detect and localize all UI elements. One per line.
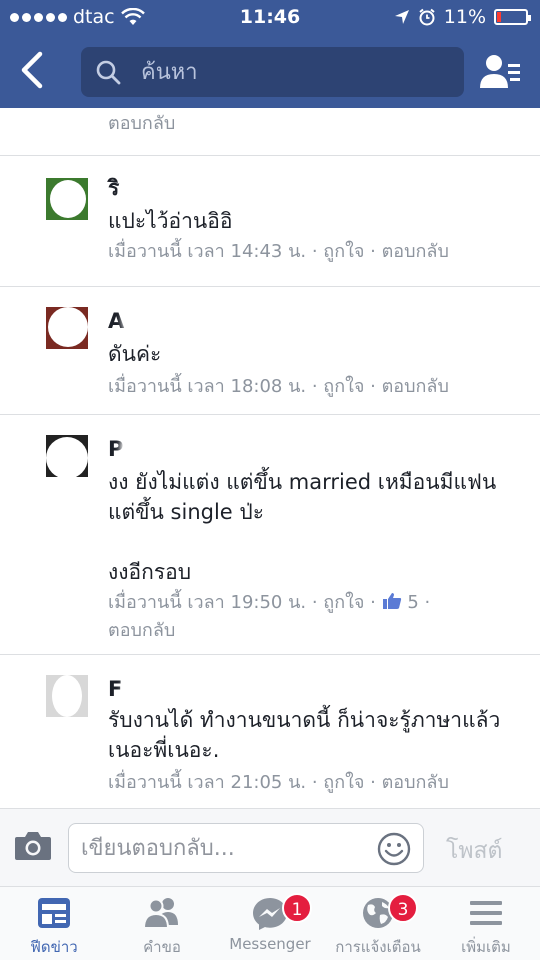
tab-label: ฟีดข่าว — [30, 938, 78, 956]
post-button[interactable]: โพสต์ — [446, 833, 503, 869]
menu-icon — [470, 901, 502, 925]
avatar[interactable] — [46, 178, 88, 220]
battery-icon — [494, 9, 531, 25]
like-link[interactable]: ถูกใจ — [323, 241, 364, 262]
avatar[interactable] — [46, 435, 88, 477]
commenter-name[interactable]: A — [108, 309, 124, 333]
commenter-name[interactable]: ริ — [108, 172, 119, 205]
reply-link[interactable]: ตอบกลับ — [108, 620, 175, 641]
back-button[interactable] — [18, 50, 58, 94]
comment-meta: เมื่อวานนี้ เวลา 21:05 น. · ถูกใจ · ตอบก… — [108, 772, 449, 793]
reply-link[interactable]: ตอบกลับ — [108, 113, 175, 134]
reply-field[interactable] — [68, 823, 424, 873]
like-link[interactable]: ถูกใจ — [323, 772, 364, 793]
alarm-clock-icon — [419, 8, 435, 26]
facebook-comments-screen: dtac 11:46 11% ค้นหา ตอบกลับ ริ แปะไว้อ่… — [0, 0, 540, 960]
comment-item: ริ แปะไว้อ่านอิอิ เมื่อวานนี้ เวลา 14:43… — [0, 156, 540, 287]
tab-label: Messenger — [229, 935, 311, 953]
top-navigation-bar: dtac 11:46 11% — [0, 0, 540, 108]
thumbs-up-icon — [382, 593, 401, 609]
redaction-mark — [126, 305, 376, 335]
news-feed-icon — [38, 898, 70, 928]
comment-item: P งง ยังไม่แต่ง แต่ขึ้น married เหมือนมี… — [0, 415, 540, 655]
comment-item: ตอบกลับ — [0, 108, 540, 156]
comment-timestamp: เมื่อวานนี้ เวลา 21:05 น. — [108, 772, 307, 793]
comment-text: รับงานได้ ทำงานขนาดนี้ ก็น่าจะรู้ภาษาแล้… — [108, 708, 501, 762]
comment-timestamp: เมื่อวานนี้ เวลา 18:08 น. — [108, 376, 307, 397]
comment-meta: เมื่อวานนี้ เวลา 19:50 น. · ถูกใจ · 5 · … — [108, 592, 431, 641]
notifications-badge: 3 — [388, 893, 418, 923]
chevron-left-icon — [21, 51, 43, 89]
search-icon — [96, 60, 121, 85]
tab-notifications[interactable]: 3 การแจ้งเตือน — [324, 887, 432, 960]
avatar[interactable] — [46, 307, 88, 349]
tab-label: การแจ้งเตือน — [335, 938, 421, 956]
tab-more[interactable]: เพิ่มเติม — [432, 887, 540, 960]
commenter-name[interactable]: F — [108, 677, 122, 701]
redaction-mark — [130, 168, 306, 198]
friends-list-icon[interactable] — [478, 52, 522, 92]
tab-news-feed[interactable]: ฟีดข่าว — [0, 887, 108, 960]
search-input[interactable] — [141, 47, 441, 97]
comment-meta: เมื่อวานนี้ เวลา 14:43 น. · ถูกใจ · ตอบก… — [108, 241, 449, 262]
comment-thread: ตอบกลับ ริ แปะไว้อ่านอิอิ เมื่อวานนี้ เว… — [0, 108, 540, 808]
reply-composer: โพสต์ — [0, 808, 540, 886]
messenger-badge: 1 — [282, 893, 312, 923]
comment-text: งง ยังไม่แต่ง แต่ขึ้น married เหมือนมีแฟ… — [108, 470, 497, 584]
reply-link[interactable]: ตอบกลับ — [382, 772, 449, 793]
battery-percent: 11% — [443, 6, 486, 28]
comment-text: ดันค่ะ — [108, 342, 162, 366]
avatar[interactable] — [46, 675, 88, 717]
camera-icon[interactable] — [14, 829, 52, 861]
comment-timestamp: เมื่อวานนี้ เวลา 19:50 น. — [108, 592, 307, 613]
ios-status-bar: dtac 11:46 11% — [0, 0, 540, 36]
like-count: 5 — [407, 592, 419, 613]
comment-item: F รับงานได้ ทำงานขนาดนี้ ก็น่าจะรู้ภาษาแ… — [0, 655, 540, 808]
search-box[interactable] — [81, 47, 464, 97]
comment-meta: เมื่อวานนี้ เวลา 18:08 น. · ถูกใจ · ตอบก… — [108, 376, 449, 397]
tab-friend-requests[interactable]: คำขอ — [108, 887, 216, 960]
redaction-mark — [126, 673, 334, 703]
smiley-icon[interactable] — [377, 832, 411, 866]
reply-input[interactable] — [81, 824, 371, 872]
comment-text: แปะไว้อ่านอิอิ — [108, 209, 233, 233]
like-link[interactable]: ถูกใจ — [323, 376, 364, 397]
redaction-mark — [124, 433, 360, 463]
reply-link[interactable]: ตอบกลับ — [382, 241, 449, 262]
commenter-name[interactable]: P — [108, 437, 123, 461]
friend-requests-icon — [142, 898, 178, 929]
location-arrow-icon — [394, 10, 409, 24]
reply-link[interactable]: ตอบกลับ — [382, 376, 449, 397]
bottom-tab-bar: ฟีดข่าว คำขอ 1 Messenger 3 การแจ้งเตือน … — [0, 886, 540, 960]
comment-meta: ตอบกลับ — [108, 110, 528, 138]
tab-label: คำขอ — [143, 938, 181, 956]
status-right: 11% — [394, 6, 531, 28]
like-link[interactable]: ถูกใจ — [323, 592, 364, 613]
comment-item: A ดันค่ะ เมื่อวานนี้ เวลา 18:08 น. · ถูก… — [0, 287, 540, 415]
tab-messenger[interactable]: 1 Messenger — [216, 887, 324, 960]
tab-label: เพิ่มเติม — [461, 938, 511, 956]
comment-timestamp: เมื่อวานนี้ เวลา 14:43 น. — [108, 241, 307, 262]
